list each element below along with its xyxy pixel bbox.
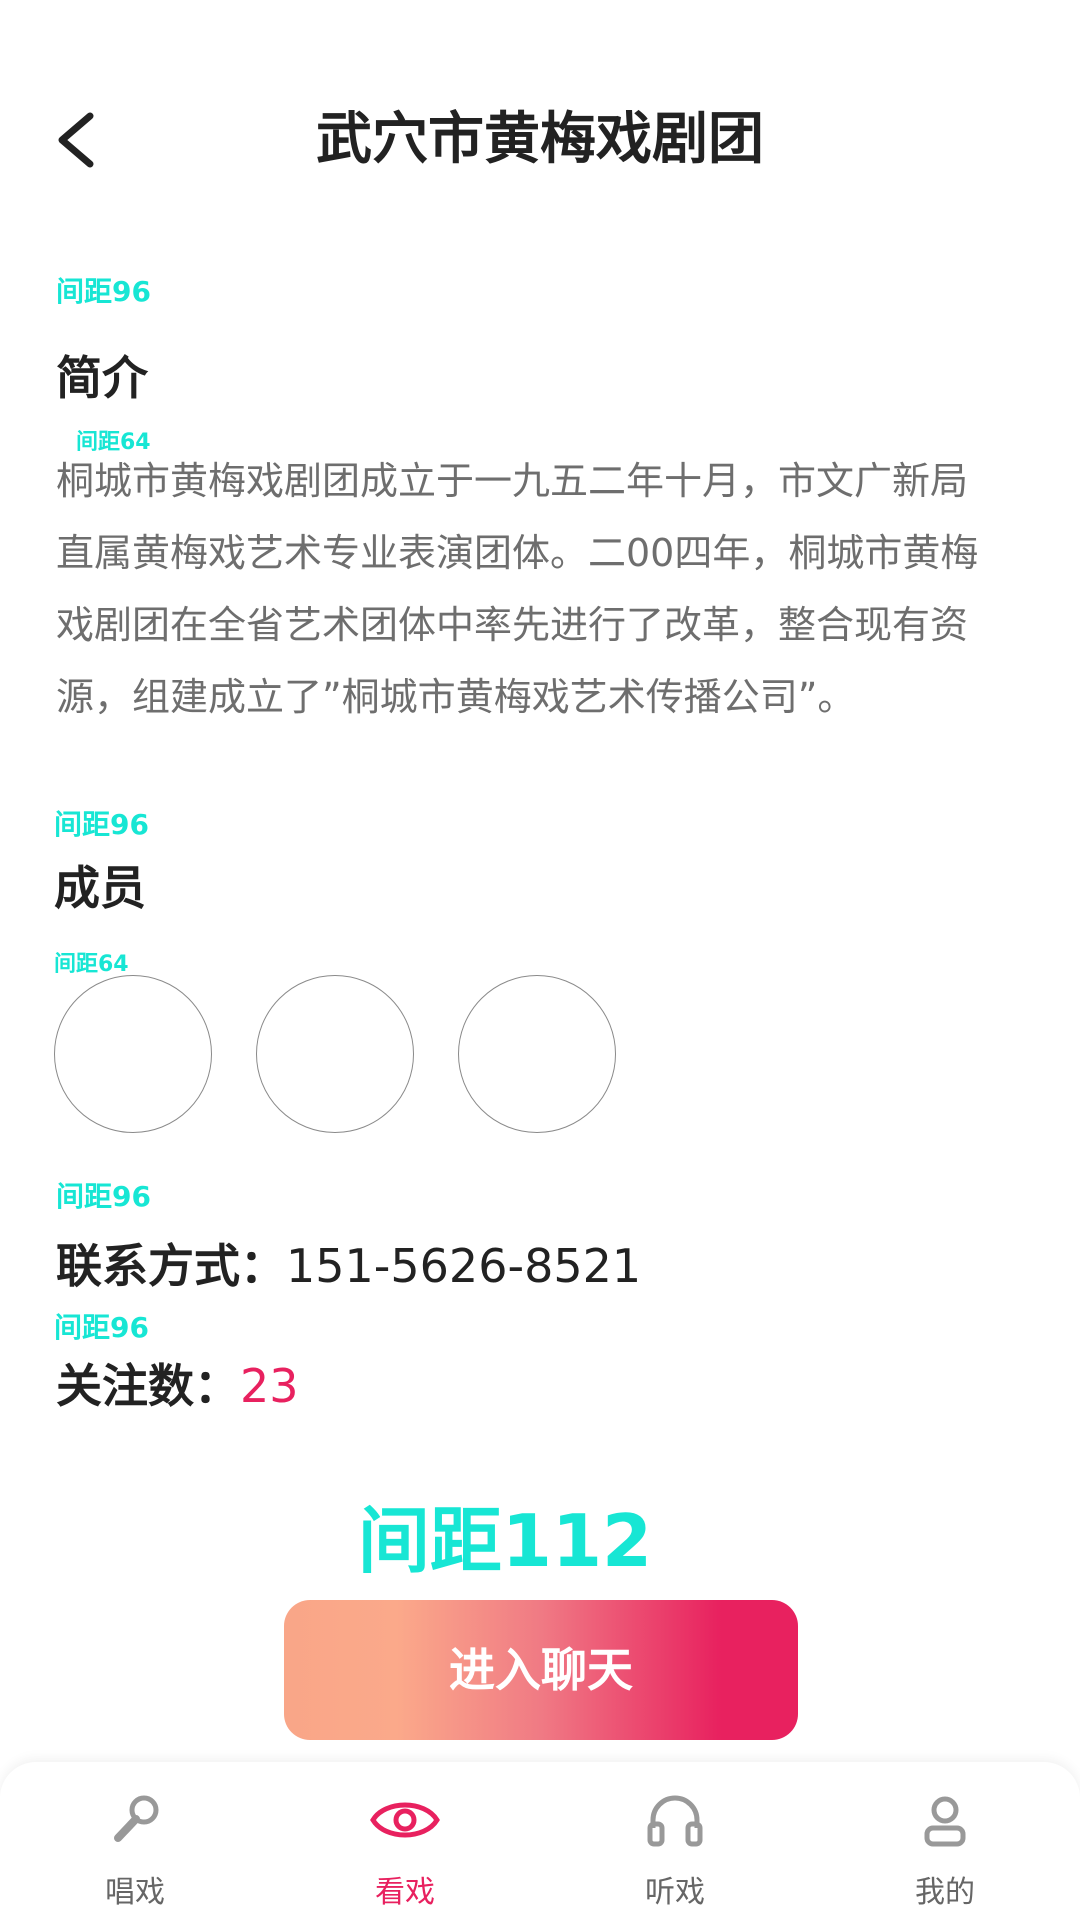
microphone-icon xyxy=(114,1795,159,1842)
spacing-note: 间距112 xyxy=(357,1499,653,1583)
intro-heading: 简介 xyxy=(56,351,148,405)
spacing-note: 间距96 xyxy=(54,1311,149,1344)
followers-label: 关注数： xyxy=(56,1359,240,1413)
enter-chat-button[interactable]: 进入聊天 xyxy=(284,1600,798,1740)
contact-phone[interactable]: 151-5626-8521 xyxy=(286,1239,641,1293)
contact-row: 联系方式：151-5626-8521 xyxy=(56,1236,641,1296)
user-icon xyxy=(924,1796,966,1847)
members-heading: 成员 xyxy=(54,861,146,915)
intro-text: 桐城市黄梅戏剧团成立于一九五二年十月，市文广新局直属黄梅戏艺术专业表演团体。二0… xyxy=(56,459,979,719)
tab-listen[interactable]: 听戏 xyxy=(540,1762,810,1920)
followers-row: 关注数：23 xyxy=(56,1356,299,1416)
member-avatar[interactable] xyxy=(54,975,212,1133)
contact-label: 联系方式： xyxy=(56,1239,286,1293)
spacing-note: 间距96 xyxy=(54,808,149,841)
headphones-icon xyxy=(647,1795,703,1847)
spacing-note: 间距64 xyxy=(54,952,129,977)
tab-label: 听戏 xyxy=(645,1875,705,1910)
tab-label: 我的 xyxy=(915,1875,975,1910)
page-title: 武穴市黄梅戏剧团 xyxy=(316,107,764,172)
bottom-tab-bar: 唱戏 看戏 听戏 我的 xyxy=(0,1762,1080,1920)
tab-label: 唱戏 xyxy=(105,1875,165,1910)
tab-sing[interactable]: 唱戏 xyxy=(0,1762,270,1920)
followers-count: 23 xyxy=(240,1359,299,1413)
eye-icon xyxy=(370,1802,440,1838)
spacing-note: 间距96 xyxy=(56,1180,151,1213)
tab-watch[interactable]: 看戏 xyxy=(270,1762,540,1920)
tab-mine[interactable]: 我的 xyxy=(810,1762,1080,1920)
member-avatar[interactable] xyxy=(256,975,414,1133)
spacing-note: 间距96 xyxy=(56,275,151,308)
tab-label: 看戏 xyxy=(375,1875,435,1910)
member-avatar[interactable] xyxy=(458,975,616,1133)
